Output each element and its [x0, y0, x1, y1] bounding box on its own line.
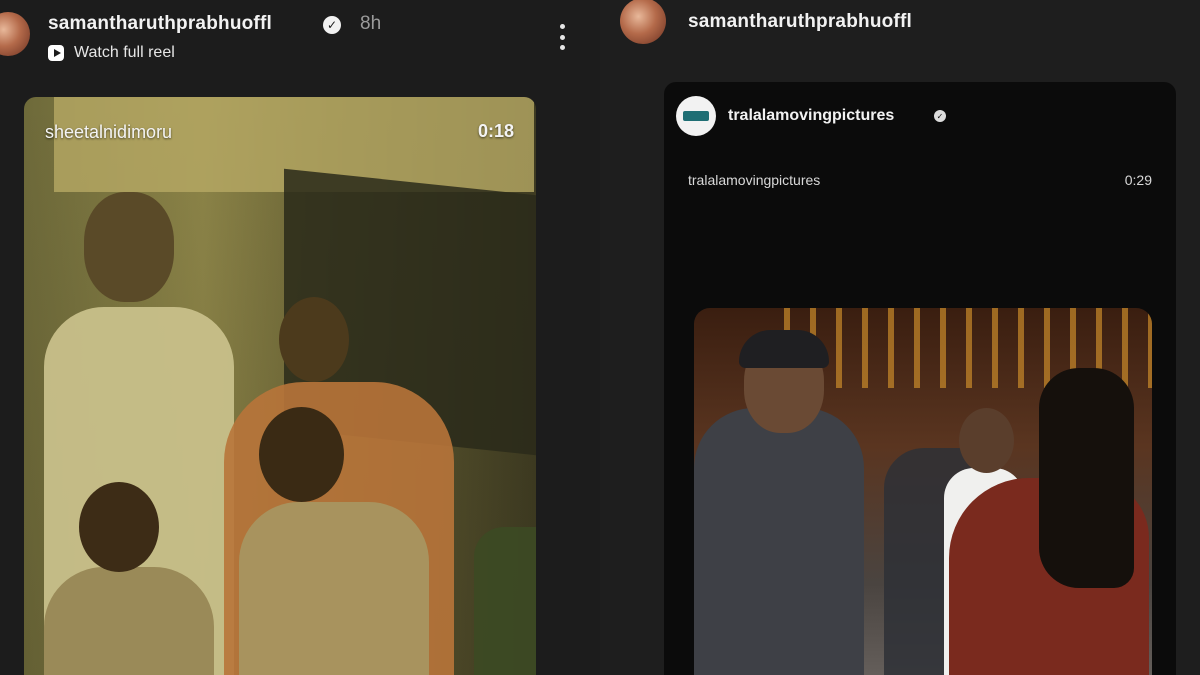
more-options-icon[interactable] [555, 24, 569, 50]
video-bystander-head [959, 408, 1014, 473]
photo-child [44, 567, 214, 675]
username[interactable]: samantharuthprabhuoffl [48, 13, 272, 35]
username[interactable]: samantharuthprabhuoffl [688, 11, 912, 33]
post-time: 8h [360, 13, 382, 34]
reel-media-card[interactable]: sheetalnidimoru 0:18 [24, 97, 536, 675]
screenshot-stage: samantharuthprabhuoffl ✓ 8h Watch full r… [0, 0, 1200, 675]
photo-child-head [79, 482, 159, 572]
reel-duration: 0:18 [477, 121, 514, 141]
watch-full-reel-link[interactable]: Watch full reel [48, 44, 175, 62]
video-man [694, 408, 864, 675]
embedded-account-avatar[interactable] [676, 96, 716, 136]
embedded-sub-account[interactable]: tralalamovingpictures [688, 172, 820, 188]
photo-child [239, 502, 429, 675]
profile-avatar[interactable] [0, 12, 30, 56]
embedded-account-name[interactable]: tralalamovingpictures [728, 107, 894, 125]
story-panel-left: samantharuthprabhuoffl ✓ 8h Watch full r… [0, 0, 600, 675]
video-cap [739, 330, 829, 368]
photo-woman-head [279, 297, 349, 382]
photo-child-head [259, 407, 344, 502]
video-woman-hair [1039, 368, 1134, 588]
verified-badge-icon: ✓ [934, 110, 946, 122]
photo-man-head [84, 192, 174, 302]
watch-full-reel-label: Watch full reel [74, 44, 175, 61]
photo-plant [474, 527, 536, 675]
verified-badge-icon: ✓ [323, 16, 341, 34]
embedded-post-card[interactable]: tralalamovingpictures ✓ tralalamovingpic… [664, 82, 1176, 675]
play-icon [48, 45, 64, 61]
profile-avatar[interactable] [620, 0, 666, 44]
embedded-video-frame[interactable] [694, 308, 1152, 675]
embedded-duration: 0:29 [1124, 172, 1152, 188]
reel-overlay-username[interactable]: sheetalnidimoru [45, 122, 172, 143]
